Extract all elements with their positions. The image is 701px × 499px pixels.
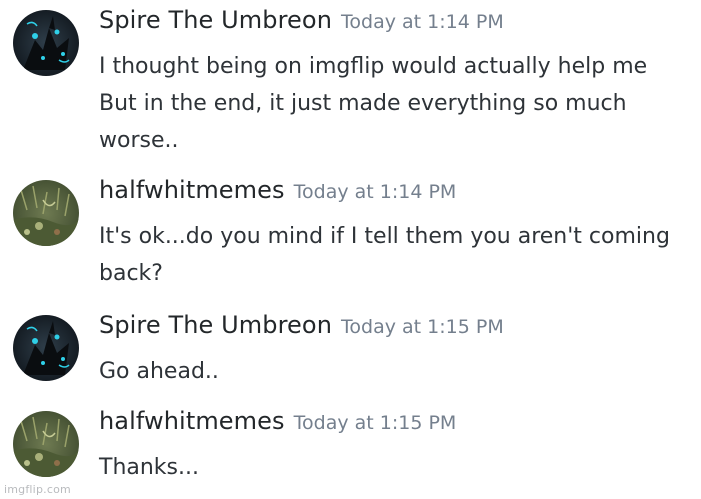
message-header: Spire The Umbreon Today at 1:14 PM <box>99 6 504 34</box>
username[interactable]: Spire The Umbreon <box>99 311 332 339</box>
message-header: Spire The Umbreon Today at 1:15 PM <box>99 311 504 339</box>
message-header: halfwhitmemes Today at 1:14 PM <box>99 176 456 204</box>
timestamp: Today at 1:15 PM <box>293 412 457 434</box>
message-content: Thanks... <box>99 449 199 486</box>
username[interactable]: halfwhitmemes <box>99 176 285 204</box>
umbreon-avatar-icon <box>13 10 79 76</box>
message-content: I thought being on imgflip would actuall… <box>99 48 647 159</box>
message-line: back? <box>99 261 163 286</box>
username[interactable]: Spire The Umbreon <box>99 6 332 34</box>
timestamp: Today at 1:15 PM <box>341 316 504 338</box>
chat-log: Spire The Umbreon Today at 1:14 PM I thou… <box>0 0 701 499</box>
message-line: But in the end, it just made everything … <box>99 91 627 116</box>
avatar[interactable] <box>13 10 79 76</box>
message-line: Go ahead.. <box>99 359 219 384</box>
avatar[interactable] <box>13 411 79 477</box>
umbreon-avatar-icon <box>13 315 79 381</box>
message-line: It's ok...do you mind if I tell them you… <box>99 224 670 249</box>
message-content: It's ok...do you mind if I tell them you… <box>99 218 670 292</box>
nature-photo-avatar-icon <box>13 180 79 246</box>
message-line: Thanks... <box>99 455 199 480</box>
avatar[interactable] <box>13 180 79 246</box>
avatar[interactable] <box>13 315 79 381</box>
message-content: Go ahead.. <box>99 353 219 390</box>
message-header: halfwhitmemes Today at 1:15 PM <box>99 407 456 435</box>
message-line: worse.. <box>99 128 179 153</box>
timestamp: Today at 1:14 PM <box>293 181 457 203</box>
message-line: I thought being on imgflip would actuall… <box>99 54 648 79</box>
username[interactable]: halfwhitmemes <box>99 407 285 435</box>
watermark: imgflip.com <box>4 483 71 496</box>
timestamp: Today at 1:14 PM <box>341 11 504 33</box>
nature-photo-avatar-icon <box>13 411 79 477</box>
